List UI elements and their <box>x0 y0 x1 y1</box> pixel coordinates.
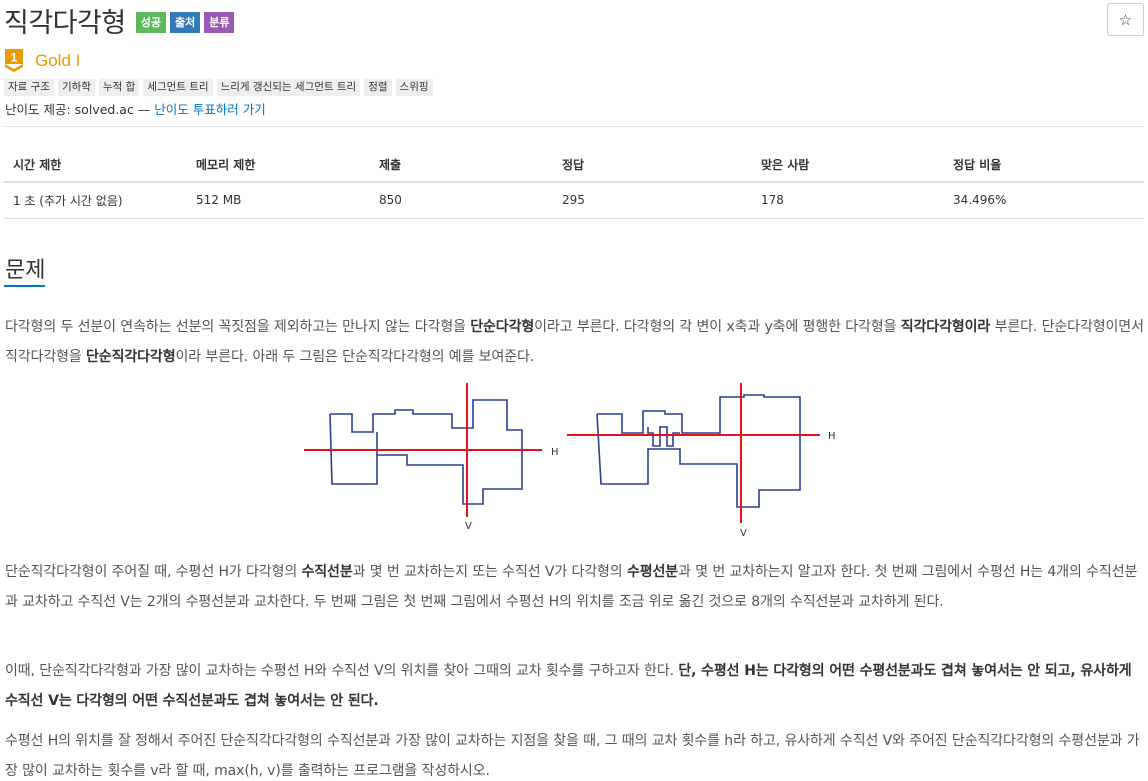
success-badge[interactable]: 성공 <box>135 11 166 33</box>
tag-item[interactable]: 자료 구조 <box>4 79 54 96</box>
favorite-button[interactable]: ☆ <box>1107 3 1144 36</box>
tag-item[interactable]: 느리게 갱신되는 세그먼트 트리 <box>216 79 361 96</box>
label-h1: H <box>551 447 559 458</box>
badge-group: 성공 출처 분류 <box>135 11 235 33</box>
problem-info-table: 시간 제한 메모리 제한 제출 정답 맞은 사람 정답 비율 1 초 (추가 시… <box>4 147 1144 219</box>
tag-item[interactable]: 누적 합 <box>98 79 140 96</box>
difficulty-credit: 난이도 제공: solved.ac — 난이도 투표하러 가기 <box>5 99 266 118</box>
tag-item[interactable]: 정렬 <box>364 79 392 96</box>
tier-number: 1 <box>11 51 18 65</box>
title-row: 직각다각형 성공 출처 분류 <box>4 2 235 39</box>
table-header-row: 시간 제한 메모리 제한 제출 정답 맞은 사람 정답 비율 <box>4 147 1144 183</box>
tag-list: 자료 구조 기하학 누적 합 세그먼트 트리 느리게 갱신되는 세그먼트 트리 … <box>4 79 433 96</box>
bold-term: 단순직각다각형 <box>86 349 176 365</box>
col-header-time-limit: 시간 제한 <box>4 147 187 183</box>
tier-name: Gold I <box>35 51 81 70</box>
problem-paragraph-1: 다각형의 두 선분이 연속하는 선분의 꼭짓점을 제외하고는 만나지 않는 다각… <box>5 312 1146 372</box>
tag-item[interactable]: 세그먼트 트리 <box>143 79 213 96</box>
red-lines-2 <box>567 383 820 523</box>
tag-item[interactable]: 기하학 <box>57 79 95 96</box>
tier-row: 1 Gold I <box>5 49 80 73</box>
col-header-memory-limit: 메모리 제한 <box>187 147 370 183</box>
star-icon: ☆ <box>1118 10 1133 29</box>
solved-users-value: 178 <box>752 182 944 219</box>
col-header-submissions: 제출 <box>370 147 553 183</box>
label-h2: H <box>828 431 836 442</box>
memory-limit-value: 512 MB <box>187 182 370 219</box>
section-underline <box>4 285 45 287</box>
table-row: 1 초 (추가 시간 없음) 512 MB 850 295 178 34.496… <box>4 182 1144 219</box>
polygon-1 <box>329 399 523 505</box>
tier-icon: 1 <box>5 49 23 72</box>
label-v2: V <box>740 528 747 539</box>
col-header-accepted: 정답 <box>553 147 752 183</box>
problem-paragraph-4: 수평선 H의 위치를 잘 정해서 주어진 단순직각다각형의 수직선분과 가장 많… <box>5 733 1140 779</box>
submissions-value: 850 <box>370 182 553 219</box>
source-badge[interactable]: 출처 <box>169 11 201 33</box>
credit-text: 난이도 제공: solved.ac — <box>5 102 155 117</box>
text-span: 이라고 부른다. 다각형의 각 변이 x축과 y축에 평행한 다각형을 <box>534 319 901 335</box>
problem-paragraph-3: 이때, 단순직각다각형과 가장 많이 교차하는 수평선 H와 수직선 V의 위치… <box>5 656 1146 716</box>
time-limit-value: 1 초 (추가 시간 없음) <box>4 182 187 219</box>
bold-term: 수직선분 <box>301 564 353 580</box>
text-span: 이때, 단순직각다각형과 가장 많이 교차하는 수평선 H와 수직선 V의 위치… <box>5 663 679 679</box>
text-span: 단순직각다각형이 주어질 때, 수평선 H가 다각형의 <box>5 564 302 580</box>
vote-difficulty-link[interactable]: 난이도 투표하러 가기 <box>154 102 265 117</box>
bold-term: 단순다각형 <box>470 319 535 335</box>
text-span: 과 몇 번 교차하는지 또는 수직선 V가 다각형의 <box>352 564 627 580</box>
text-span: 다각형의 두 선분이 연속하는 선분의 꼭짓점을 제외하고는 만나지 않는 다각… <box>5 319 471 335</box>
polygon-figure: H V H V <box>304 383 836 539</box>
accepted-value: 295 <box>553 182 752 219</box>
text-span: 이라 부른다. 아래 두 그림은 단순직각다각형의 예를 보여준다. <box>175 349 535 365</box>
bold-term: 수평선분 <box>626 564 679 580</box>
col-header-ratio: 정답 비율 <box>944 147 1144 183</box>
tag-item[interactable]: 스위핑 <box>395 79 433 96</box>
page-title: 직각다각형 <box>4 7 126 39</box>
bold-term: 직각다각형이라 <box>900 319 991 335</box>
problem-paragraph-2: 단순직각다각형이 주어질 때, 수평선 H가 다각형의 수직선분과 몇 번 교차… <box>5 557 1146 617</box>
label-v1: V <box>465 521 472 532</box>
divider <box>4 126 1144 127</box>
col-header-solved-users: 맞은 사람 <box>752 147 944 183</box>
section-heading-problem: 문제 <box>5 258 46 283</box>
category-badge[interactable]: 분류 <box>204 11 235 33</box>
polygon-2 <box>596 394 801 508</box>
ratio-value: 34.496% <box>944 182 1144 219</box>
